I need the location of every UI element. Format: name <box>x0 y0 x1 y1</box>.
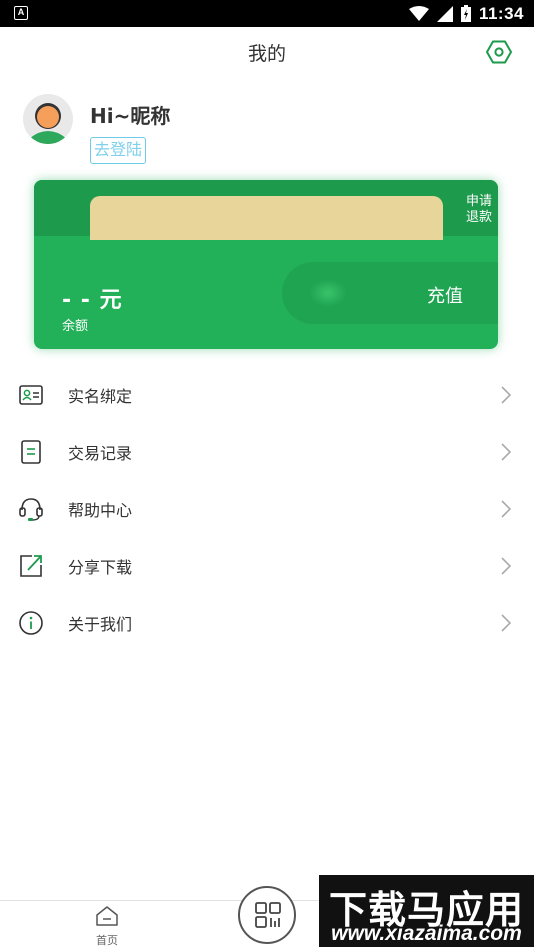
home-icon <box>96 906 118 926</box>
menu-item-share[interactable]: 分享下载 <box>0 538 534 595</box>
chevron-right-icon <box>501 386 512 404</box>
menu-item-label: 关于我们 <box>68 615 133 635</box>
nav-home-label: 首页 <box>96 934 118 947</box>
document-icon <box>21 439 41 464</box>
menu-item-label: 分享下载 <box>68 558 133 578</box>
balance-label: 余额 <box>62 319 89 334</box>
menu-item-help[interactable]: 帮助中心 <box>0 480 534 537</box>
menu-item-real-name[interactable]: 实名绑定 <box>0 366 534 423</box>
chevron-right-icon <box>501 500 512 518</box>
user-avatar-icon <box>23 94 73 144</box>
screen: A 11:34 我的 Hi~昵称 去登陆 申请退款 - - 元 余额 充值 实名… <box>0 0 534 950</box>
recharge-label: 充值 <box>427 286 463 307</box>
headset-icon <box>19 498 43 521</box>
info-icon <box>19 611 43 636</box>
menu-item-about[interactable]: 关于我们 <box>0 595 534 652</box>
wallet-card: 申请退款 - - 元 余额 充值 <box>34 180 498 349</box>
scan-button[interactable] <box>238 886 296 944</box>
nav-home[interactable]: 首页 <box>82 905 132 948</box>
status-time: 11:34 <box>478 3 524 23</box>
chevron-right-icon <box>501 443 512 461</box>
login-button[interactable]: 去登陆 <box>90 137 146 164</box>
settings-icon[interactable] <box>486 39 512 65</box>
app-notification-icon: A <box>14 6 28 20</box>
signal-icon <box>436 5 453 22</box>
card-decor-strip <box>90 196 443 240</box>
menu-item-label: 实名绑定 <box>68 386 133 406</box>
wifi-icon <box>408 5 429 21</box>
recharge-knob <box>310 280 346 306</box>
qr-scan-icon <box>255 902 281 928</box>
status-bar: A 11:34 <box>0 0 534 27</box>
share-icon <box>20 555 42 577</box>
menu-list: 实名绑定 交易记录 帮助中心 分享下载 关于我们 <box>0 366 534 652</box>
watermark: 下载马应用 www.xiazaima.com <box>319 875 534 947</box>
chevron-right-icon <box>501 614 512 632</box>
header: 我的 <box>0 27 534 75</box>
recharge-button[interactable]: 充值 <box>282 262 498 324</box>
menu-item-transactions[interactable]: 交易记录 <box>0 423 534 480</box>
chevron-right-icon <box>501 557 512 575</box>
menu-item-label: 交易记录 <box>68 443 133 463</box>
menu-item-label: 帮助中心 <box>68 500 133 520</box>
nickname: Hi~昵称 <box>90 104 171 128</box>
watermark-url: www.xiazaima.com <box>331 922 522 945</box>
page-title: 我的 <box>247 43 286 65</box>
id-card-icon <box>19 384 43 405</box>
battery-icon <box>460 5 471 22</box>
refund-button[interactable]: 申请退款 <box>464 194 494 226</box>
avatar[interactable] <box>23 94 73 144</box>
balance-value: - - 元 <box>62 288 123 313</box>
